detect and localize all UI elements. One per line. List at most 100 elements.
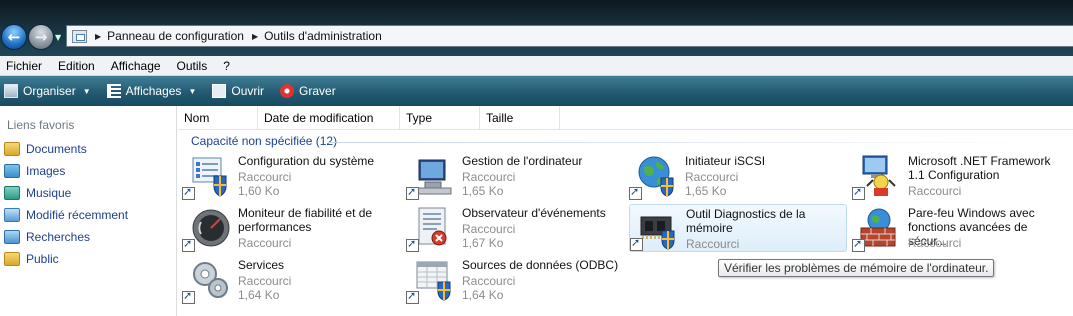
tooltip: Vérifier les problèmes de mémoire de l'o… — [718, 259, 994, 277]
shortcut-overlay-icon — [630, 236, 643, 251]
list-item[interactable]: Initiateur iSCSI Raccourci 1,65 Ko — [629, 152, 847, 200]
organize-label: Organiser — [23, 84, 76, 98]
control-panel-icon — [72, 29, 87, 43]
open-icon — [212, 84, 227, 98]
item-size: 1,64 Ko — [238, 288, 280, 302]
column-header-name[interactable]: Nom — [178, 106, 258, 130]
item-name: Services — [238, 258, 285, 272]
list-item[interactable]: Observateur d'événements Raccourci 1,67 … — [406, 204, 624, 252]
sidebar-item-public[interactable]: Public — [4, 250, 59, 268]
item-size: 1,60 Ko — [238, 184, 280, 198]
item-type: Raccourci — [462, 222, 516, 236]
item-type: Raccourci — [908, 184, 962, 198]
list-item-selected[interactable]: Outil Diagnostics de la mémoire Raccourc… — [629, 204, 847, 252]
open-button[interactable]: Ouvrir — [212, 84, 264, 98]
list-item[interactable]: Services Raccourci 1,64 Ko — [182, 256, 400, 304]
sidebar-item-label: Images — [26, 164, 66, 178]
item-type: Raccourci — [462, 170, 516, 184]
group-header[interactable]: Capacité non spécifiée (12) — [191, 134, 337, 148]
views-icon — [106, 84, 121, 98]
breadcrumb-control-panel[interactable]: Panneau de configuration — [107, 29, 244, 43]
item-type: Raccourci — [462, 274, 516, 288]
recent-icon — [4, 208, 20, 222]
item-type: Raccourci — [685, 170, 739, 184]
menu-file[interactable]: Fichier — [6, 59, 42, 73]
file-list-pane: Nom Date de modification Type Taille Cap… — [178, 106, 1073, 316]
shortcut-overlay-icon — [406, 185, 419, 200]
open-label: Ouvrir — [231, 84, 265, 98]
menu-help[interactable]: ? — [223, 59, 230, 73]
burn-disc-icon — [280, 84, 295, 98]
breadcrumb-arrow-icon[interactable]: ▶ — [252, 32, 258, 41]
views-label: Affichages — [125, 84, 182, 98]
shortcut-overlay-icon — [629, 185, 642, 200]
recent-pages-dropdown[interactable]: ▼ — [55, 33, 61, 42]
item-type: Raccourci — [686, 237, 740, 251]
shortcut-overlay-icon — [182, 185, 195, 200]
item-size: 1,67 Ko — [462, 236, 504, 250]
pictures-icon — [4, 164, 20, 178]
menu-edit[interactable]: Edition — [58, 59, 95, 73]
shortcut-overlay-icon — [406, 289, 419, 304]
organize-icon — [4, 84, 18, 98]
public-folder-icon — [4, 252, 20, 266]
column-header-type[interactable]: Type — [400, 106, 480, 130]
breadcrumb-admin-tools[interactable]: Outils d'administration — [264, 29, 382, 43]
list-item[interactable]: Sources de données (ODBC) Raccourci 1,64… — [406, 256, 624, 304]
menu-tools[interactable]: Outils — [177, 59, 208, 73]
sidebar-item-label: Recherches — [26, 230, 91, 244]
item-name: Configuration du système — [238, 154, 375, 168]
shortcut-overlay-icon — [182, 289, 195, 304]
forward-arrow-icon: → — [34, 28, 48, 46]
column-header-row: Nom Date de modification Type Taille — [178, 106, 1073, 130]
item-size: 1,65 Ko — [685, 184, 727, 198]
views-button[interactable]: Affichages ▼ — [106, 84, 196, 98]
item-name: Sources de données (ODBC) — [462, 258, 619, 272]
back-button[interactable]: ← — [1, 24, 27, 50]
chevron-down-icon: ▼ — [82, 86, 91, 96]
favorite-links-title: Liens favoris — [7, 118, 75, 132]
burn-button[interactable]: Graver — [280, 84, 336, 98]
shortcut-overlay-icon — [852, 237, 865, 252]
sidebar-item-label: Musique — [26, 186, 72, 200]
group-divider — [328, 142, 1048, 143]
breadcrumb-arrow-icon[interactable]: ▶ — [95, 32, 101, 41]
sidebar-item-music[interactable]: Musique — [4, 184, 71, 202]
sidebar-item-label: Public — [26, 252, 59, 266]
sidebar-item-label: Modifié récemment — [26, 208, 129, 222]
shortcut-overlay-icon — [852, 185, 865, 200]
item-type: Raccourci — [238, 236, 292, 250]
item-size: 1,65 Ko — [462, 184, 504, 198]
organize-button[interactable]: Organiser ▼ — [4, 84, 91, 98]
item-type: Raccourci — [908, 236, 962, 250]
item-type: Raccourci — [238, 274, 292, 288]
list-item[interactable]: Configuration du système Raccourci 1,60 … — [182, 152, 400, 200]
item-name: Outil Diagnostics de la mémoire — [686, 207, 806, 235]
item-name: Initiateur iSCSI — [685, 154, 766, 168]
sidebar-item-recent[interactable]: Modifié récemment — [4, 206, 128, 224]
favorite-links-pane: Liens favoris Documents Images Musique M… — [0, 106, 177, 316]
item-type: Raccourci — [238, 170, 292, 184]
list-item[interactable]: Pare-feu Windows avec fonctions avancées… — [852, 204, 1070, 252]
music-icon — [4, 186, 20, 200]
sidebar-item-documents[interactable]: Documents — [4, 140, 87, 158]
address-bar[interactable]: ▶ Panneau de configuration ▶ Outils d'ad… — [66, 25, 1073, 47]
shortcut-overlay-icon — [182, 237, 195, 252]
column-header-date[interactable]: Date de modification — [258, 106, 400, 130]
list-item[interactable]: Moniteur de fiabilité et de performances… — [182, 204, 400, 252]
sidebar-item-images[interactable]: Images — [4, 162, 65, 180]
back-arrow-icon: ← — [7, 28, 21, 46]
forward-button[interactable]: → — [28, 24, 54, 50]
item-name: Microsoft .NET Framework 1.1 Configurati… — [908, 154, 1051, 182]
menu-view[interactable]: Affichage — [111, 59, 161, 73]
list-item[interactable]: Gestion de l'ordinateur Raccourci 1,65 K… — [406, 152, 624, 200]
burn-label: Graver — [299, 84, 336, 98]
search-folder-icon — [4, 230, 20, 244]
column-header-size[interactable]: Taille — [480, 106, 560, 130]
sidebar-item-searches[interactable]: Recherches — [4, 228, 90, 246]
list-item[interactable]: Microsoft .NET Framework 1.1 Configurati… — [852, 152, 1070, 200]
menu-bar: Fichier Edition Affichage Outils ? — [0, 56, 1073, 76]
item-name: Observateur d'événements — [462, 206, 606, 220]
item-size: 1,64 Ko — [462, 288, 504, 302]
address-area: ← → ▼ ▶ Panneau de configuration ▶ Outil… — [0, 0, 1073, 56]
